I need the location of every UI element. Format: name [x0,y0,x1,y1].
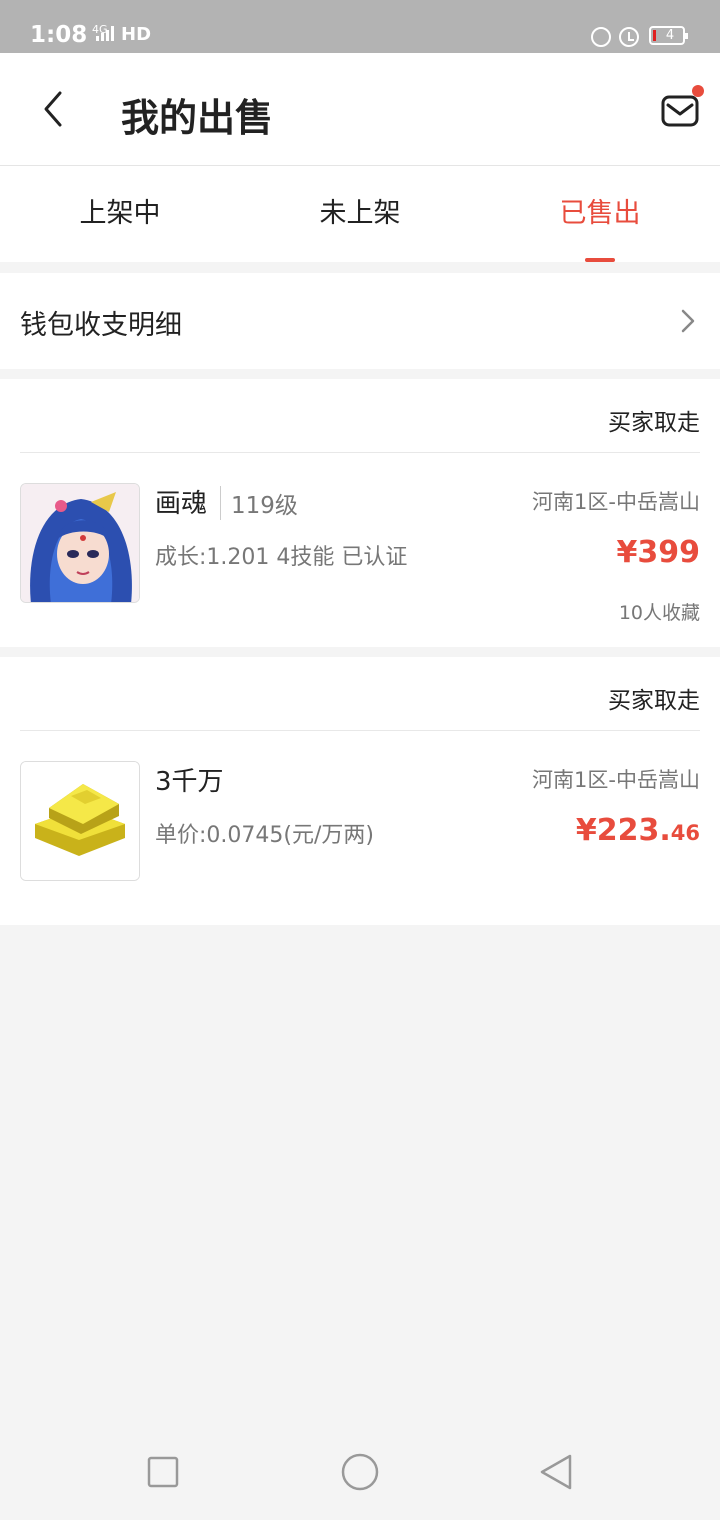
mail-icon[interactable] [660,91,700,131]
system-nav-bar [0,1424,720,1520]
alarm-icon [619,27,639,47]
wallet-details-row[interactable]: 钱包收支明细 [0,273,720,369]
tab-bar: 上架中 未上架 已售出 [0,166,720,262]
page-title: 我的出售 [121,96,274,140]
price-main: ¥399 [616,535,701,570]
price-cents: 46 [670,821,700,845]
tab-label: 已售出 [559,198,641,229]
tab-on-sale[interactable]: 上架中 [0,166,240,262]
gold-bars-icon [21,762,139,880]
item-server: 河南1区-中岳嵩山 [532,768,700,792]
order-card[interactable]: 买家取走 3千万 单价:0.0745(元/万两) 河南1区-中岳嵩山 ¥223.… [0,657,720,925]
price-main: ¥223. [575,813,671,848]
item-description: 单价:0.0745(元/万两) [155,823,374,848]
item-price: ¥223.46 [576,813,700,848]
chevron-right-icon [681,309,695,333]
order-card[interactable]: 买家取走 画魂 119级 成长:1.201 4技能 已认证 河南1区-中岳嵩山 … [0,379,720,647]
notification-dot [692,85,704,97]
active-tab-indicator [585,258,615,262]
wallet-details-label: 钱包收支明细 [20,310,182,341]
item-level: 119级 [220,486,298,520]
rotation-lock-icon [591,27,611,47]
item-thumbnail [20,483,140,603]
item-server: 河南1区-中岳嵩山 [532,490,700,514]
order-status: 买家取走 [608,410,700,436]
recent-apps-icon[interactable] [143,1452,183,1492]
item-thumbnail [20,761,140,881]
hd-indicator: HD [121,24,152,45]
app-header: 我的出售 [0,53,720,166]
divider [20,730,700,731]
item-name: 画魂 [155,489,208,519]
character-portrait-icon [21,484,139,602]
signal-icon [96,26,114,41]
item-name: 3千万 [155,767,224,797]
status-time: 1:08 [30,22,88,48]
order-status: 买家取走 [608,688,700,714]
item-description: 成长:1.201 4技能 已认证 [155,545,408,570]
tab-sold[interactable]: 已售出 [480,166,720,262]
tab-label: 上架中 [79,198,161,229]
back-arrow-icon[interactable] [38,89,74,129]
item-price: ¥399 [617,535,701,570]
battery-icon: 4 [649,26,688,45]
favorites-count: 10人收藏 [618,602,700,624]
divider [20,452,700,453]
tab-label: 未上架 [319,198,401,229]
status-bar: 1:08 4G HD 4 [0,0,720,53]
back-triangle-icon[interactable] [536,1452,576,1492]
tab-not-listed[interactable]: 未上架 [240,166,480,262]
home-icon[interactable] [340,1452,380,1492]
